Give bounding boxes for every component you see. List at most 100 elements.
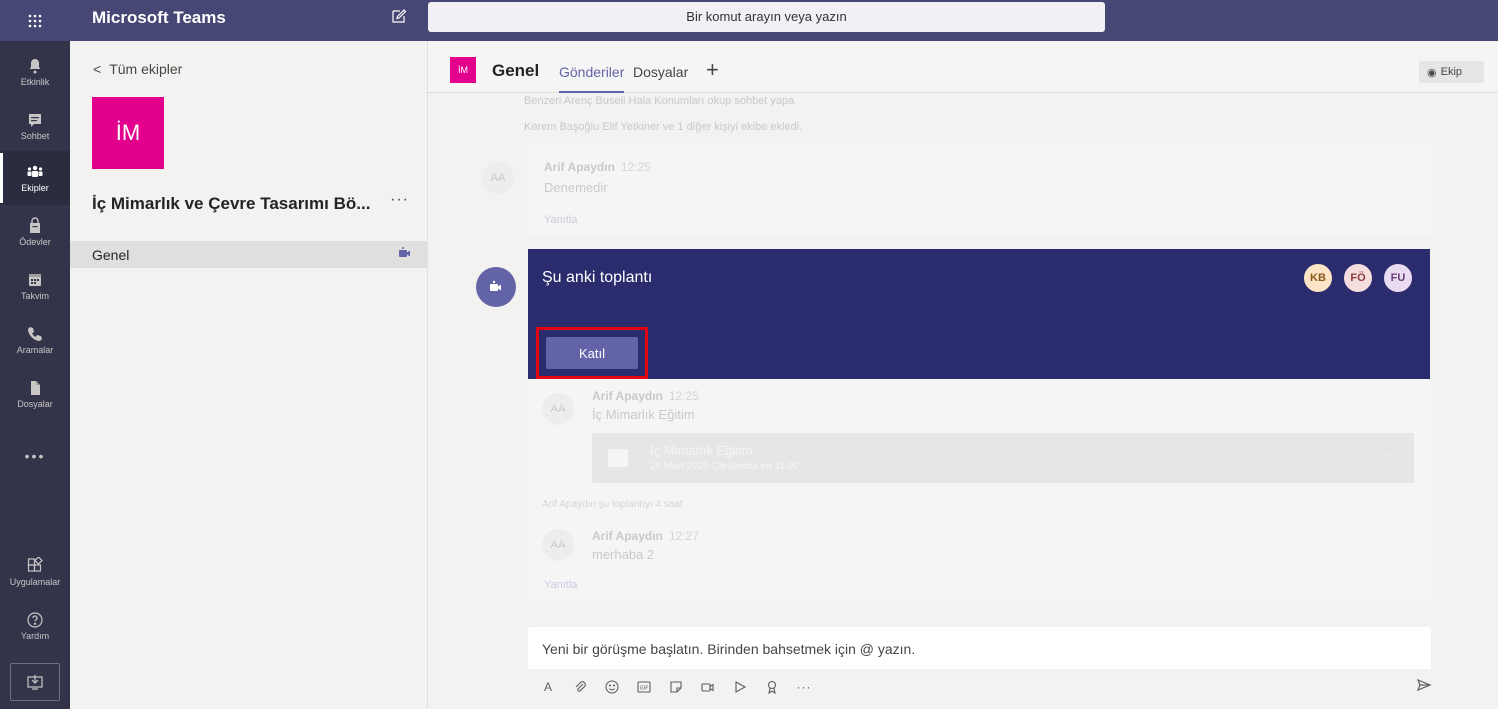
rail-item-activity[interactable]: Etkinlik bbox=[0, 45, 70, 99]
rail-item-label: Ödevler bbox=[19, 237, 51, 247]
rail-item-label: Sohbet bbox=[20, 131, 50, 141]
reply-link[interactable]: Yanıtla bbox=[544, 579, 577, 591]
rail-item-help[interactable]: Yardım bbox=[0, 599, 70, 653]
download-app-button[interactable] bbox=[10, 663, 60, 701]
team-info-button[interactable]: ◉ Ekip bbox=[1419, 61, 1484, 83]
team-name: İç Mimarlık ve Çevre Tasarımı Bö... bbox=[92, 194, 371, 213]
message-card: AA Arif Apaydın 12:25 İç Mimarlık Eğitim … bbox=[528, 379, 1431, 599]
compose-box[interactable]: Yeni bir görüşme başlatın. Birinden bahs… bbox=[528, 627, 1431, 669]
avatar: AA bbox=[542, 529, 574, 561]
message-time: 12:25 bbox=[620, 160, 651, 174]
new-chat-icon[interactable] bbox=[391, 8, 407, 24]
rail-item-calendar[interactable]: Takvim bbox=[0, 259, 70, 313]
meeting-card: Şu anki toplantı KB FÖ FU Katıl bbox=[528, 249, 1430, 379]
rail-item-files[interactable]: Dosyalar bbox=[0, 367, 70, 421]
assignments-icon bbox=[30, 217, 40, 233]
format-icon[interactable]: A bbox=[540, 679, 556, 695]
apps-icon bbox=[27, 557, 43, 572]
message-time: 12:27 bbox=[668, 529, 699, 543]
avatar[interactable]: FÖ bbox=[1342, 262, 1374, 294]
rail-more-button[interactable]: ••• bbox=[0, 429, 70, 483]
channel-item-genel[interactable]: Genel bbox=[70, 241, 427, 268]
stream-icon[interactable] bbox=[732, 679, 748, 695]
calendar-icon bbox=[608, 449, 628, 467]
app-title: Microsoft Teams bbox=[92, 8, 226, 27]
channel-header: İM Genel Gönderiler Dosyalar + ◉ Ekip bbox=[428, 41, 1498, 93]
avatar[interactable]: KB bbox=[1302, 262, 1334, 294]
rail-item-label: Uygulamalar bbox=[9, 577, 61, 587]
avatar[interactable]: FU bbox=[1382, 262, 1414, 294]
message-text: İç Mimarlık Eğitim bbox=[592, 407, 695, 422]
rail-item-assignments[interactable]: Ödevler bbox=[0, 205, 70, 259]
phone-icon bbox=[28, 327, 42, 341]
rail-item-calls[interactable]: Aramalar bbox=[0, 313, 70, 367]
avatar: AA bbox=[482, 162, 514, 194]
meet-now-icon[interactable] bbox=[700, 679, 716, 695]
meeting-title: Şu anki toplantı bbox=[542, 269, 653, 286]
event-note: Arif Apaydın şu toplantıyı 4 saat bbox=[542, 499, 683, 510]
send-icon[interactable] bbox=[1416, 677, 1432, 693]
top-bar: Microsoft Teams Bir komut arayın veya ya… bbox=[0, 0, 1498, 41]
rail-item-label: Yardım bbox=[20, 631, 50, 641]
compose-input[interactable]: Yeni bir görüşme başlatın. Birinden bahs… bbox=[542, 641, 915, 657]
eye-icon: ◉ bbox=[1427, 66, 1437, 79]
rail-item-label: Aramalar bbox=[16, 345, 54, 355]
team-more-options-button[interactable]: ··· bbox=[390, 191, 409, 209]
rail-item-teams[interactable]: Ekipler bbox=[0, 151, 70, 205]
attach-icon[interactable] bbox=[572, 679, 588, 695]
sticker-icon[interactable] bbox=[668, 679, 684, 695]
event-subtitle: 25 Mart 2020 Çarşamba en 11:00 bbox=[650, 461, 799, 472]
system-message: Kerem Başoğlu Elif Yetkiner ve 1 diğer k… bbox=[524, 121, 803, 133]
emoji-icon[interactable] bbox=[604, 679, 620, 695]
app-rail: Etkinlik Sohbet Ekipler Ödevler Takvim A… bbox=[0, 41, 70, 709]
rail-item-apps[interactable]: Uygulamalar bbox=[0, 545, 70, 599]
help-icon bbox=[27, 612, 43, 628]
channel-view: İM Genel Gönderiler Dosyalar + ◉ Ekip Be… bbox=[428, 41, 1498, 709]
event-more-button[interactable]: ··· bbox=[1384, 447, 1396, 461]
message-author: Arif Apaydın 12:25 bbox=[544, 160, 651, 174]
message-time: 12:25 bbox=[668, 389, 699, 403]
tab-posts[interactable]: Gönderiler bbox=[559, 64, 625, 93]
search-input[interactable]: Bir komut arayın veya yazın bbox=[428, 2, 1105, 32]
tab-files[interactable]: Dosyalar bbox=[633, 64, 688, 80]
message-author: Arif Apaydın 12:25 bbox=[592, 389, 699, 403]
avatar: AA bbox=[542, 393, 574, 425]
bell-icon bbox=[29, 59, 41, 74]
message-text: merhaba 2 bbox=[592, 547, 655, 562]
files-icon bbox=[31, 381, 40, 395]
chat-icon bbox=[29, 114, 41, 127]
event-card[interactable]: İç Mimarlık Eğitim 25 Mart 2020 Çarşamba… bbox=[592, 433, 1414, 483]
praise-icon[interactable] bbox=[764, 679, 780, 695]
more-icon[interactable]: ··· bbox=[796, 679, 812, 695]
chevron-left-icon: < bbox=[93, 61, 102, 77]
rail-item-label: Takvim bbox=[20, 291, 49, 301]
app-launcher-icon[interactable] bbox=[0, 0, 70, 41]
join-meeting-button[interactable]: Katıl bbox=[546, 337, 638, 369]
system-message: Benzeri Arenç Buseli Hala Konumları okup… bbox=[524, 95, 795, 107]
all-teams-link[interactable]: < Tüm ekipler bbox=[93, 61, 182, 77]
event-title: İç Mimarlık Eğitim bbox=[650, 443, 753, 458]
rail-item-chat[interactable]: Sohbet bbox=[0, 99, 70, 153]
gif-icon[interactable]: GIF bbox=[636, 679, 652, 695]
channel-name: Genel bbox=[92, 247, 130, 263]
author-name: Arif Apaydın bbox=[592, 389, 663, 403]
add-tab-button[interactable]: + bbox=[706, 57, 719, 83]
message-author: Arif Apaydın 12:27 bbox=[592, 529, 699, 543]
meeting-icon bbox=[476, 267, 516, 307]
reply-link[interactable]: Yanıtla bbox=[544, 214, 577, 226]
teams-icon bbox=[27, 165, 43, 177]
compose-toolbar: A GIF ··· bbox=[528, 673, 1431, 701]
channel-team-avatar: İM bbox=[450, 57, 476, 83]
team-avatar: İM bbox=[92, 97, 164, 169]
download-icon bbox=[27, 675, 43, 690]
all-teams-label: Tüm ekipler bbox=[109, 61, 183, 77]
join-button-highlight: Katıl bbox=[536, 327, 648, 379]
meeting-in-progress-icon bbox=[399, 247, 410, 257]
svg-text:GIF: GIF bbox=[640, 686, 648, 692]
rail-item-label: Etkinlik bbox=[20, 77, 50, 87]
message-text: Denemedir bbox=[544, 180, 608, 195]
rail-item-label: Dosyalar bbox=[17, 399, 53, 409]
author-name: Arif Apaydın bbox=[592, 529, 663, 543]
author-name: Arif Apaydın bbox=[544, 160, 615, 174]
channel-title: Genel bbox=[492, 61, 540, 80]
